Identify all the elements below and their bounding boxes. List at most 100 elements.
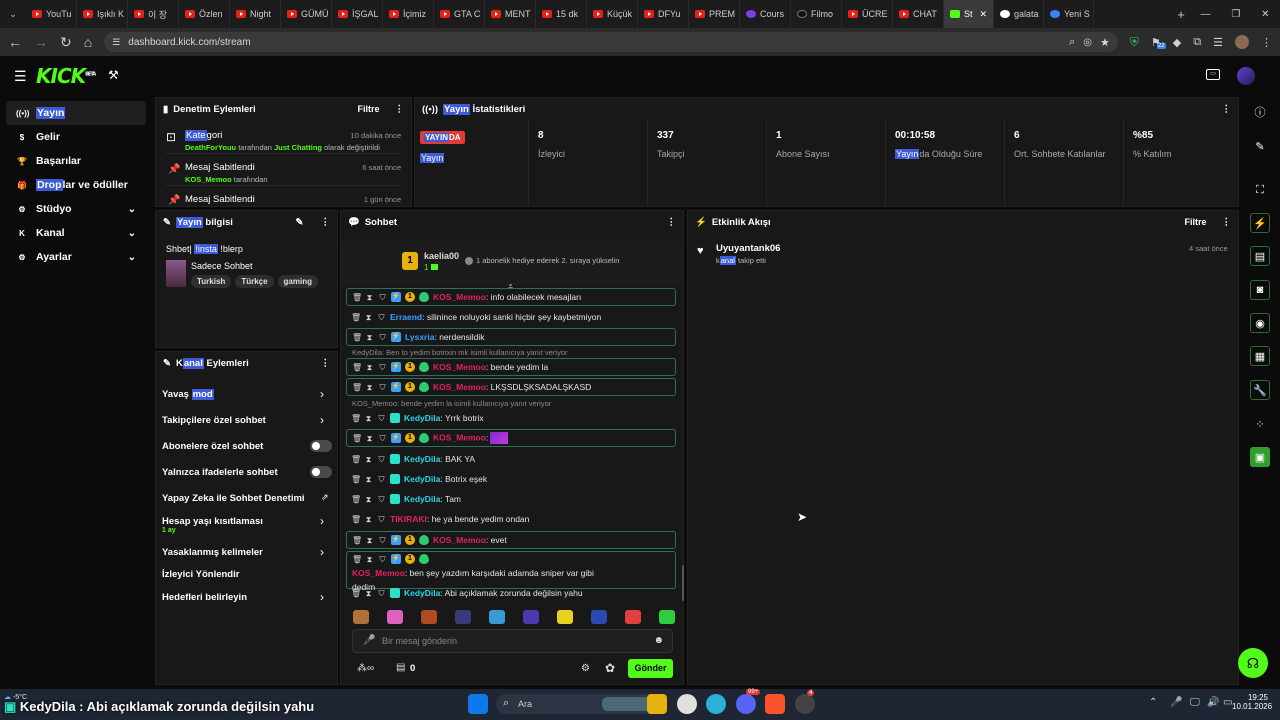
delete-icon[interactable]: 🗑	[352, 333, 362, 342]
chevron-right-icon[interactable]: ›	[320, 387, 324, 401]
activity-more-icon[interactable]: ⋮	[1222, 217, 1232, 228]
chevron-right-icon[interactable]: ›	[320, 514, 324, 528]
chevron-down-icon[interactable]: ⌄	[128, 228, 136, 239]
browser-tab[interactable]: Yeni S	[1044, 0, 1094, 28]
browser-tab[interactable]: DFYu	[638, 0, 689, 28]
delete-icon[interactable]: 🗑	[351, 589, 361, 598]
chevron-down-icon[interactable]: ⌄	[128, 204, 136, 215]
ban-icon[interactable]: ⛉	[378, 363, 387, 372]
chat-message[interactable]: 🗑 ⧗ ⛉ ⚡ 1 KOS_Memoo: ben şey yazdım karşıdaki…	[346, 551, 676, 592]
channel-action-item[interactable]: Hedefleri belirleyin	[162, 592, 247, 603]
channel-action-item[interactable]: İzleyici Yönlendir	[162, 569, 239, 580]
delete-icon[interactable]: 🗑	[352, 293, 362, 302]
delete-icon[interactable]: 🗑	[351, 313, 361, 322]
eye-off-icon[interactable]: ◎	[1083, 37, 1092, 48]
timeout-icon[interactable]: ⧗	[365, 333, 374, 342]
channel-actions-more-icon[interactable]: ⋮	[321, 358, 331, 369]
stream-info-more-icon[interactable]: ⋮	[321, 217, 331, 228]
wrench-icon[interactable]: 🔧	[1250, 380, 1270, 400]
edge-icon[interactable]	[706, 694, 726, 714]
ban-icon[interactable]: ⛉	[378, 434, 387, 443]
sidebar-item[interactable]: 🏆 Başarılar	[6, 149, 146, 173]
channel-action-item[interactable]: Takipçilere özel sohbet	[162, 415, 266, 426]
channel-action-item[interactable]: Hesap yaşı kısıtlaması 1 ay	[162, 516, 263, 534]
emoji-icon[interactable]: ☻	[653, 635, 664, 646]
forward-icon[interactable]: →	[34, 34, 48, 50]
new-tab-button[interactable]: +	[1172, 7, 1190, 22]
send-button[interactable]: Gönder	[628, 659, 673, 678]
moderation-more-icon[interactable]: ⋮	[395, 104, 405, 115]
emote-button[interactable]	[557, 610, 573, 624]
emote-button[interactable]	[523, 610, 539, 624]
site-info-icon[interactable]: ☰	[112, 37, 120, 48]
clock[interactable]: 19:25 10.01.2026	[1232, 693, 1272, 711]
chat-settings-icon[interactable]: ⚙	[581, 663, 590, 674]
browser-tab[interactable]: Filmo	[791, 0, 842, 28]
chat-username[interactable]: KOS_Memoo	[433, 362, 486, 372]
timeout-icon[interactable]: ⧗	[365, 383, 374, 392]
ban-icon[interactable]: ⛉	[378, 555, 387, 564]
studio-mode-icon[interactable]: ▭	[1206, 69, 1220, 80]
profile-avatar[interactable]	[1235, 35, 1249, 49]
chat-message[interactable]: 🗑 ⧗ ⛉ ⚡ 1 KOS_Memoo: bende yedim la	[346, 358, 676, 376]
ban-icon[interactable]: ⛉	[377, 313, 386, 322]
ban-icon[interactable]: ⛉	[378, 536, 387, 545]
delete-icon[interactable]: 🗑	[352, 434, 362, 443]
layout-icon[interactable]: ▦	[1250, 346, 1270, 366]
browser-tab[interactable]: PREM	[689, 0, 740, 28]
menu-dots-icon[interactable]: ⋮	[1261, 36, 1272, 49]
stats-more-icon[interactable]: ⋮	[1222, 104, 1232, 115]
timeout-icon[interactable]: ⧗	[364, 515, 373, 524]
sidebar-item[interactable]: ((•)) Yayın	[6, 101, 146, 125]
chat-message[interactable]: 🗑 ⧗ ⛉ Erraend: silinince noluyoki sanki hiç…	[346, 310, 676, 324]
ban-icon[interactable]: ⛉	[378, 333, 387, 342]
timeout-icon[interactable]: ⧗	[364, 495, 373, 504]
bookmark-star-icon[interactable]: ★	[1100, 36, 1110, 49]
emote-button[interactable]	[455, 610, 471, 624]
chat-message[interactable]: 🗑 ⧗ ⛉ ⚡ 1 KOS_Memoo: info olabilecek mesajlar…	[346, 288, 676, 306]
browser-tab[interactable]: St ✕	[944, 0, 994, 28]
chat-input[interactable]: 🎤 Bir mesaj gönderin ☻	[352, 629, 673, 653]
browser-tab[interactable]: GTA C	[434, 0, 485, 28]
broadcast-icon[interactable]: ◉	[1250, 313, 1270, 333]
emote-button[interactable]	[625, 610, 641, 624]
browser-tab[interactable]: Özlen	[179, 0, 230, 28]
emote-button[interactable]	[387, 610, 403, 624]
chat-message[interactable]: 🗑 ⧗ ⛉ KedyDila: Yrrk botrix	[346, 411, 676, 425]
chat-username[interactable]: Erraend	[390, 312, 422, 322]
browser-tab[interactable]: Işıklı K	[77, 0, 128, 28]
timeout-icon[interactable]: ⧗	[365, 434, 374, 443]
fullscreen-icon[interactable]: ⛶	[1250, 180, 1270, 200]
sidebar-item[interactable]: $ Gelir	[6, 125, 146, 149]
edit-icon[interactable]: ✎	[1250, 136, 1270, 156]
bolt-icon[interactable]: ⚡	[1250, 213, 1270, 233]
chevron-right-icon[interactable]: ›	[320, 413, 324, 427]
chat-username[interactable]: KOS_Memoo	[433, 292, 486, 302]
chat-username[interactable]: Lysxria	[405, 332, 434, 342]
browser-tab[interactable]: YouTu	[26, 0, 77, 28]
chat-message[interactable]: 🗑 ⧗ ⛉ ⚡ 1 KOS_Memoo:	[346, 429, 676, 447]
delete-icon[interactable]: 🗑	[352, 363, 362, 372]
stream-tag[interactable]: Türkçe	[235, 275, 274, 288]
hamburger-menu-icon[interactable]: ☰	[14, 68, 27, 85]
timeout-icon[interactable]: ⧗	[364, 589, 373, 598]
timeout-icon[interactable]: ⧗	[364, 475, 373, 484]
chat-message[interactable]: 🗑 ⧗ ⛉ ⚡ Lysxria: nerdensildik	[346, 328, 676, 346]
chat-message[interactable]: 🗑 ⧗ ⛉ KedyDila: Botrix eşek	[346, 472, 676, 486]
windows-start-icon[interactable]	[468, 694, 488, 714]
extension-badge-icon[interactable]: ⚑ 22	[1151, 36, 1166, 49]
toggle-switch[interactable]	[310, 440, 332, 452]
chrome-icon[interactable]	[677, 694, 697, 714]
delete-icon[interactable]: 🗑	[351, 495, 361, 504]
delete-icon[interactable]: 🗑	[351, 455, 361, 464]
activity-filter-button[interactable]: Filtre	[1184, 217, 1206, 227]
chat-username[interactable]: KOS_Memoo	[352, 568, 405, 578]
pinned-user[interactable]: kaelia00	[424, 251, 459, 261]
kick-logo[interactable]: KICKBETA	[36, 64, 96, 88]
emote-button[interactable]	[489, 610, 505, 624]
user-avatar[interactable]	[1237, 67, 1255, 85]
sidebar-item[interactable]: ⚙ Ayarlar ⌄	[6, 245, 146, 269]
browser-tab[interactable]: CHAT	[893, 0, 944, 28]
chat-username[interactable]: KedyDila	[404, 454, 440, 464]
channel-action-item[interactable]: Abonelere özel sohbet	[162, 441, 263, 452]
